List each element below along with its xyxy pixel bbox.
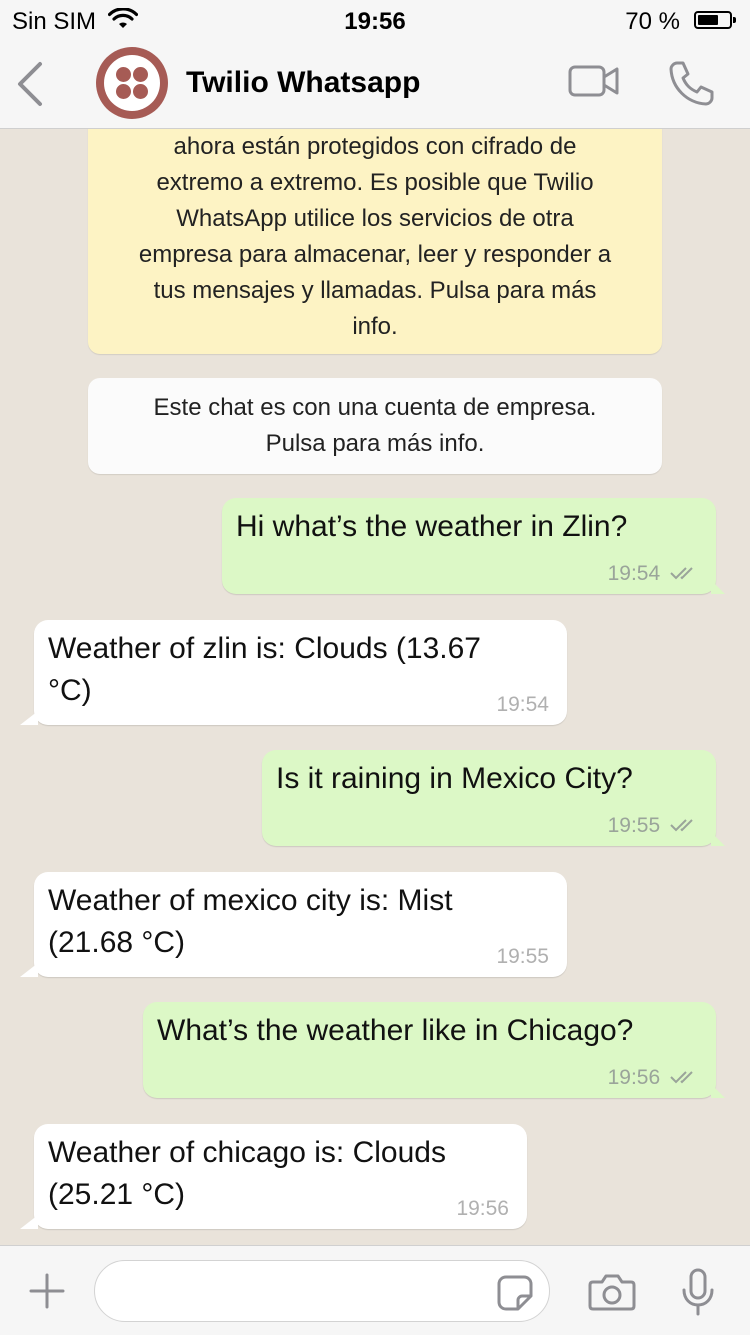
contact-name[interactable]: Twilio Whatsapp xyxy=(186,66,420,100)
microphone-icon[interactable] xyxy=(680,1268,716,1321)
incoming-message[interactable]: Weather of mexico city is: Mist (21.68 °… xyxy=(20,872,567,977)
plus-icon[interactable] xyxy=(28,1272,66,1315)
message-time: 19:54 xyxy=(496,693,549,716)
bubble-tail xyxy=(20,1215,38,1229)
battery-icon xyxy=(694,11,736,29)
message-time: 19:54 xyxy=(607,561,661,585)
message-meta: 19:55 xyxy=(608,814,698,838)
double-check-icon xyxy=(670,1066,698,1090)
business-notice-text: Este chat es con una cuenta de empresa. … xyxy=(153,394,597,457)
encryption-notice[interactable]: ahora están protegidos con cifrado de ex… xyxy=(88,129,662,354)
message-text: Hi what’s the weather in Zlin? xyxy=(236,510,628,543)
phone-icon[interactable] xyxy=(668,60,714,111)
composer-bar xyxy=(0,1245,750,1335)
twilio-logo-icon[interactable] xyxy=(96,47,168,119)
bubble-tail xyxy=(711,580,725,594)
message-text: Weather of mexico city is: Mist (21.68 °… xyxy=(48,884,453,959)
bubble-tail xyxy=(711,832,725,846)
outgoing-message[interactable]: Is it raining in Mexico City? 19:55 xyxy=(262,750,725,846)
double-check-icon xyxy=(670,814,698,838)
message-text: Weather of zlin is: Clouds (13.67 °C) xyxy=(48,632,481,707)
message-input[interactable] xyxy=(94,1260,550,1322)
bubble-tail xyxy=(711,1084,725,1098)
chat-area[interactable]: ahora están protegidos con cifrado de ex… xyxy=(0,129,750,1244)
double-check-icon xyxy=(670,562,698,586)
chat-header: Twilio Whatsapp xyxy=(0,42,750,129)
outgoing-message[interactable]: What’s the weather like in Chicago? 19:5… xyxy=(143,1002,725,1098)
message-text: Weather of chicago is: Clouds (25.21 °C) xyxy=(48,1136,446,1211)
battery-percent: 70 % xyxy=(625,8,680,35)
message-time: 19:56 xyxy=(456,1197,509,1220)
camera-icon[interactable] xyxy=(588,1273,636,1316)
outgoing-message[interactable]: Hi what’s the weather in Zlin? 19:54 xyxy=(222,498,725,594)
message-time: 19:55 xyxy=(607,813,661,837)
business-account-notice[interactable]: Este chat es con una cuenta de empresa. … xyxy=(88,378,662,474)
encryption-notice-text: ahora están protegidos con cifrado de ex… xyxy=(138,133,612,340)
battery-tip xyxy=(733,17,736,23)
chevron-left-icon[interactable] xyxy=(14,60,46,113)
message-meta: 19:54 xyxy=(608,562,698,586)
sticker-icon[interactable] xyxy=(496,1274,534,1317)
message-time: 19:56 xyxy=(607,1065,661,1089)
bubble-tail xyxy=(20,963,38,977)
battery-fill xyxy=(698,15,718,25)
message-time: 19:55 xyxy=(496,945,549,968)
message-text: Is it raining in Mexico City? xyxy=(276,762,633,795)
bubble-tail xyxy=(20,711,38,725)
status-bar: Sin SIM 19:56 70 % xyxy=(0,0,750,42)
message-meta: 19:56 xyxy=(608,1066,698,1090)
incoming-message[interactable]: Weather of chicago is: Clouds (25.21 °C)… xyxy=(20,1124,527,1229)
incoming-message[interactable]: Weather of zlin is: Clouds (13.67 °C) 19… xyxy=(20,620,567,725)
message-text: What’s the weather like in Chicago? xyxy=(157,1014,634,1047)
video-camera-icon[interactable] xyxy=(568,64,620,103)
